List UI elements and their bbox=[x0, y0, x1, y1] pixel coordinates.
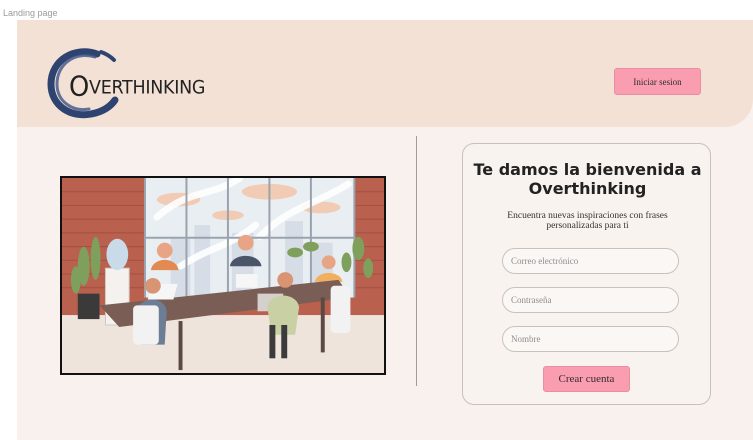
logo[interactable]: OVERTHINKING bbox=[45, 42, 235, 122]
brand-name: OVERTHINKING bbox=[69, 70, 205, 103]
welcome-subtitle: Encuentra nuevas inspiraciones con frase… bbox=[507, 211, 668, 231]
brand-initial: O bbox=[69, 69, 90, 103]
password-field[interactable] bbox=[502, 287, 679, 313]
frame-label: Landing page bbox=[3, 8, 58, 18]
landing-page-frame: OVERTHINKING Iniciar sesion Te damos la … bbox=[17, 20, 753, 440]
vertical-divider bbox=[416, 136, 417, 386]
login-button[interactable]: Iniciar sesion bbox=[614, 68, 701, 95]
team-meeting-illustration bbox=[60, 176, 386, 375]
welcome-title-line2: Overthinking bbox=[528, 179, 647, 198]
create-account-button[interactable]: Crear cuenta bbox=[543, 366, 630, 392]
name-field[interactable] bbox=[502, 326, 679, 352]
welcome-title: Te damos la bienvenida a Overthinking bbox=[463, 160, 712, 198]
meeting-scene bbox=[62, 178, 384, 373]
header: OVERTHINKING Iniciar sesion bbox=[17, 20, 753, 127]
welcome-title-line1: Te damos la bienvenida a bbox=[473, 160, 702, 179]
brand-rest: VERTHINKING bbox=[89, 76, 206, 99]
email-field[interactable] bbox=[502, 248, 679, 274]
signup-card: Te damos la bienvenida a Overthinking En… bbox=[462, 143, 711, 405]
